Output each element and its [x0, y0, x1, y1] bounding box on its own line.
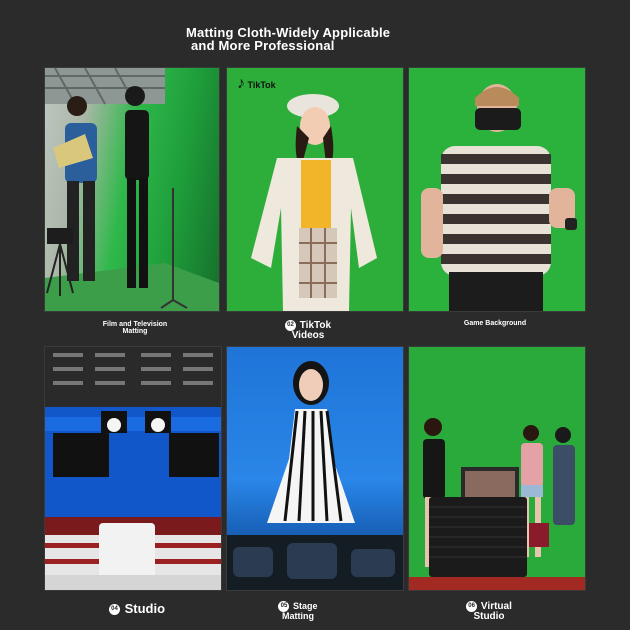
tile-stage-matting: [226, 346, 404, 591]
tile-4-label: 04 Studio: [92, 601, 182, 616]
tile-film-television: [44, 67, 220, 312]
title-line-2: and More Professional: [191, 38, 335, 53]
tile-game-background: [408, 67, 586, 312]
tile-5-label-line-1: Stage: [293, 600, 318, 611]
page-title: Matting Cloth-Widely Applicable and More…: [186, 26, 390, 52]
tile-2-label: 02 TikTok Videos: [268, 320, 348, 341]
tile-virtual-studio: [408, 346, 586, 591]
tile-3-label-line-1: Game Background: [463, 320, 527, 327]
tiktok-note-icon: ♪: [237, 75, 245, 92]
virtual-studio-illustration: [409, 418, 585, 590]
tile-6-label-line-2: Studio: [473, 611, 505, 622]
stage-scene-illustration: [227, 361, 403, 590]
tile-studio: [44, 346, 222, 591]
tile-tiktok-videos: ♪ TikTok: [226, 67, 404, 312]
studio-scene-illustration: [45, 347, 221, 590]
tile-3-label: Game Background: [440, 320, 550, 327]
tile-5-label: 05 Stage Matting: [270, 601, 326, 621]
vr-scene-illustration: [421, 84, 577, 311]
tile-4-label-line-1: Studio: [124, 601, 166, 616]
tile-2-label-line-2: Videos: [291, 330, 325, 341]
tile-1-label: Film and Television Matting: [90, 321, 180, 335]
tile-6-label: 06 Virtual Studio: [454, 601, 524, 622]
tile-1-label-line-1: Film and Television: [102, 321, 168, 328]
film-scene-illustration: [45, 68, 219, 311]
tiktok-logo: ♪ TikTok: [237, 75, 276, 93]
tiktok-logo-text: TikTok: [247, 80, 276, 90]
tile-5-label-line-2: Matting: [282, 611, 314, 621]
tiktok-scene-illustration: [251, 94, 377, 311]
tile-1-label-line-2: Matting: [122, 328, 148, 335]
tile-4-number: 04: [108, 604, 120, 616]
